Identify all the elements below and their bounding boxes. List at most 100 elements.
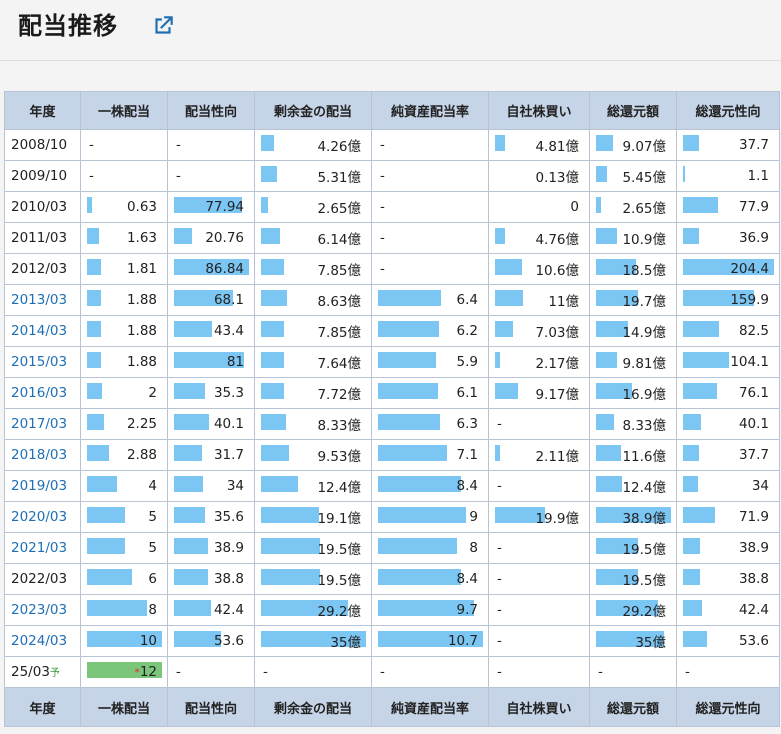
table-row: 2009/10 - - 5.31億 - 0.13億 5.45億 1.1 — [4, 160, 780, 192]
value-cell: 12.4億 — [589, 470, 677, 502]
header-col-3[interactable]: 剰余金の配当 — [254, 91, 372, 130]
year-link[interactable]: 2020/03 — [11, 509, 67, 525]
year-cell[interactable]: 2015/03 — [4, 346, 81, 378]
cell-value: 6.3 — [456, 416, 478, 432]
value-cell: 18.5億 — [589, 253, 677, 285]
value-bar — [683, 321, 719, 337]
value-bar — [378, 352, 436, 368]
header-col-6[interactable]: 総還元額 — [589, 91, 677, 130]
year-cell[interactable]: 2024/03 — [4, 625, 81, 657]
cell-value: 5.31億 — [317, 170, 361, 186]
value-bar — [261, 197, 268, 213]
external-link-icon[interactable] — [150, 13, 176, 39]
cell-value: - — [497, 664, 502, 680]
value-bar — [174, 569, 208, 585]
cell-value: 6.4 — [456, 292, 478, 308]
value-cell: - — [371, 191, 489, 223]
year-link[interactable]: 2021/03 — [11, 540, 67, 556]
year-link[interactable]: 2015/03 — [11, 354, 67, 370]
cell-value: 7.03億 — [535, 325, 579, 341]
cell-value: - — [497, 540, 502, 556]
year-link[interactable]: 2018/03 — [11, 447, 67, 463]
year-cell[interactable]: 2014/03 — [4, 315, 81, 347]
year-link[interactable]: 2019/03 — [11, 478, 67, 494]
value-bar — [174, 445, 202, 461]
value-cell: 6.14億 — [254, 222, 372, 254]
value-cell: - — [589, 656, 677, 688]
year-link[interactable]: 2013/03 — [11, 292, 67, 308]
value-cell: 29.2億 — [589, 594, 677, 626]
cell-value: 81 — [226, 354, 244, 370]
footer-header-col-1[interactable]: 一株配当 — [80, 687, 168, 727]
value-cell: 5.45億 — [589, 160, 677, 192]
year-link[interactable]: 2017/03 — [11, 416, 67, 432]
footer-header-col-2[interactable]: 配当性向 — [167, 687, 255, 727]
footer-header-col-0[interactable]: 年度 — [4, 687, 81, 727]
year-cell[interactable]: 2019/03 — [4, 470, 81, 502]
footer-header-col-5[interactable]: 自社株買い — [488, 687, 590, 727]
table-row: 2024/03 10 53.6 35億 10.7 - 35億 53.6 — [4, 625, 780, 657]
year-cell[interactable]: 2020/03 — [4, 501, 81, 533]
value-cell: 35.3 — [167, 377, 255, 409]
value-cell: - — [371, 656, 489, 688]
footer-header-col-4[interactable]: 純資産配当率 — [371, 687, 489, 727]
cell-value: 34 — [226, 478, 244, 494]
header-col-0[interactable]: 年度 — [4, 91, 81, 130]
year-cell[interactable]: 2013/03 — [4, 284, 81, 316]
cell-value: 40.1 — [738, 416, 769, 432]
cell-value: 7.1 — [456, 447, 478, 463]
cell-value: 159.9 — [730, 292, 769, 308]
value-bar — [683, 538, 700, 554]
year-link[interactable]: 2024/03 — [11, 633, 67, 649]
value-bar — [174, 507, 205, 523]
cell-value: 36.9 — [738, 230, 769, 246]
value-bar — [261, 228, 280, 244]
value-bar — [378, 569, 461, 585]
header-col-4[interactable]: 純資産配当率 — [371, 91, 489, 130]
value-cell: - — [488, 563, 590, 595]
value-cell: 8 — [80, 594, 168, 626]
year-cell[interactable]: 2021/03 — [4, 532, 81, 564]
cell-value: 16.9億 — [622, 387, 666, 403]
year-cell[interactable]: 2017/03 — [4, 408, 81, 440]
value-cell: 42.4 — [676, 594, 780, 626]
cell-value: 5.45億 — [622, 170, 666, 186]
cell-value: 35億 — [330, 635, 361, 651]
value-bar — [174, 414, 209, 430]
cell-value: 12.4億 — [622, 480, 666, 496]
value-cell: 0.13億 — [488, 160, 590, 192]
year-link[interactable]: 2023/03 — [11, 602, 67, 618]
value-bar — [596, 166, 607, 182]
cell-value: - — [497, 416, 502, 432]
value-bar — [683, 166, 685, 182]
year-cell[interactable]: 2016/03 — [4, 377, 81, 409]
footer-header-col-7[interactable]: 総還元性向 — [676, 687, 780, 727]
header-col-1[interactable]: 一株配当 — [80, 91, 168, 130]
cell-value: 19.5億 — [622, 573, 666, 589]
value-cell: 12.4億 — [254, 470, 372, 502]
cell-value: 2.88 — [126, 447, 157, 463]
table-row: 2010/03 0.63 77.94 2.65億 - 0 2.65億 77.9 — [4, 191, 780, 223]
value-cell: 10 — [80, 625, 168, 657]
year-cell[interactable]: 2018/03 — [4, 439, 81, 471]
cell-value: 7.64億 — [317, 356, 361, 372]
asterisk-marker: * — [134, 666, 140, 679]
value-bar — [378, 290, 441, 306]
year-link[interactable]: 2014/03 — [11, 323, 67, 339]
value-cell: 19.5億 — [254, 532, 372, 564]
footer-header-col-3[interactable]: 剰余金の配当 — [254, 687, 372, 727]
value-cell: 2.17億 — [488, 346, 590, 378]
footer-header-col-6[interactable]: 総還元額 — [589, 687, 677, 727]
year-link[interactable]: 2016/03 — [11, 385, 67, 401]
value-cell: 204.4 — [676, 253, 780, 285]
year-cell[interactable]: 2023/03 — [4, 594, 81, 626]
header-col-5[interactable]: 自社株買い — [488, 91, 590, 130]
value-cell: 10.9億 — [589, 222, 677, 254]
header-col-7[interactable]: 総還元性向 — [676, 91, 780, 130]
cell-value: 5 — [148, 509, 157, 525]
value-cell: 9 — [371, 501, 489, 533]
cell-value: 19.5億 — [317, 573, 361, 589]
header-col-2[interactable]: 配当性向 — [167, 91, 255, 130]
table-row: 2011/03 1.63 20.76 6.14億 - 4.76億 10.9億 36.9 — [4, 222, 780, 254]
table-row: 2022/03 6 38.8 19.5億 8.4 - 19.5億 38.8 — [4, 563, 780, 595]
